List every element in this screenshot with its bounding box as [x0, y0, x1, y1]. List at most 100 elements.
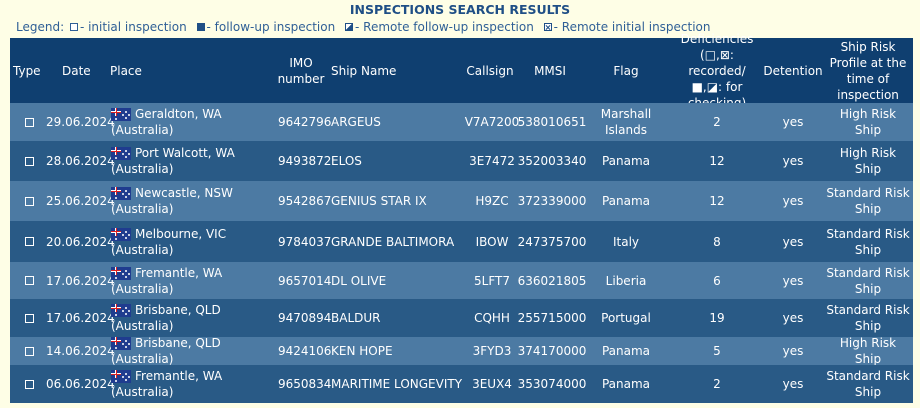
type-cell: [20, 365, 38, 403]
col-type-header[interactable]: Type: [13, 38, 45, 103]
mmsi-cell: 352003340: [517, 154, 587, 168]
table-row[interactable]: 17.06.2024 Fremantle, WA (Australia) 96570…: [10, 262, 913, 299]
deficiencies-cell[interactable]: 5: [673, 337, 761, 365]
risk-profile-cell: Standard Risk Ship: [826, 369, 910, 399]
legend-follow-up-text: - follow-up inspection: [206, 20, 336, 34]
ship-name-cell[interactable]: GENIUS STAR IX: [331, 181, 463, 221]
detention-cell: yes: [782, 273, 804, 288]
ship-name-cell[interactable]: MARITIME LONGEVITY: [331, 365, 463, 403]
date-cell: 06.06.2024: [46, 377, 115, 391]
type-cell: [20, 299, 38, 337]
col-imo-header[interactable]: IMO number: [276, 38, 326, 103]
place-cell[interactable]: Geraldton, WA (Australia): [111, 103, 281, 141]
initial-inspection-icon: [69, 22, 78, 31]
table-row[interactable]: 14.06.2024 Brisbane, QLD (Australia) 94241…: [10, 336, 913, 366]
table-row[interactable]: 20.06.2024 Melbourne, VIC (Australia) 9784…: [10, 221, 913, 262]
date-cell: 25.06.2024: [46, 194, 115, 208]
col-place-header[interactable]: Place: [110, 38, 275, 103]
ship-name-cell[interactable]: ARGEUS: [331, 103, 463, 141]
deficiencies-cell[interactable]: 2: [673, 365, 761, 403]
callsign-cell: 3E7472: [469, 154, 515, 168]
risk-profile-cell: Standard Risk Ship: [826, 186, 910, 216]
australia-flag-icon: [111, 266, 131, 280]
place-cell[interactable]: Fremantle, WA (Australia): [111, 365, 281, 403]
flag-cell: Marshall Islands: [600, 107, 652, 137]
imo-cell: 9650834: [278, 377, 332, 391]
place-cell[interactable]: Melbourne, VIC (Australia): [111, 221, 281, 262]
flag-cell: Panama: [601, 194, 651, 208]
initial-inspection-icon: [24, 156, 34, 166]
risk-profile-cell: High Risk Ship: [839, 146, 897, 176]
imo-cell: 9657014: [278, 273, 332, 288]
place-cell[interactable]: Brisbane, QLD (Australia): [111, 336, 281, 366]
initial-inspection-icon: [24, 276, 34, 285]
col-mmsi-header[interactable]: MMSI: [518, 38, 582, 103]
risk-profile-cell: High Risk Ship: [839, 107, 897, 137]
place-cell[interactable]: Fremantle, WA (Australia): [111, 262, 281, 299]
callsign-cell: IBOW: [475, 234, 509, 249]
ship-name-cell[interactable]: KEN HOPE: [331, 337, 463, 365]
initial-inspection-icon: [24, 313, 34, 323]
date-cell: 29.06.2024: [46, 115, 115, 129]
ship-name-cell[interactable]: DL OLIVE: [331, 262, 463, 299]
type-cell: [20, 181, 38, 221]
deficiencies-cell[interactable]: 8: [673, 221, 761, 262]
date-cell: 17.06.2024: [46, 273, 115, 288]
imo-cell: 9470894: [278, 311, 332, 325]
place-cell[interactable]: Newcastle, NSW (Australia): [111, 181, 281, 221]
risk-profile-cell: Standard Risk Ship: [826, 226, 910, 257]
callsign-cell: V7A7200: [464, 115, 520, 129]
table-row[interactable]: 06.06.2024 Fremantle, WA (Australia) 96508…: [10, 365, 913, 403]
initial-inspection-icon: [24, 117, 34, 127]
place-cell[interactable]: Port Walcott, WA (Australia): [111, 141, 281, 181]
col-deficiencies-header[interactable]: Deficiencies (□,⊠: recorded/ ■,◪: for ch…: [673, 32, 761, 110]
mmsi-cell: 372339000: [517, 194, 587, 208]
australia-flag-icon: [111, 337, 131, 350]
place-cell[interactable]: Brisbane, QLD (Australia): [111, 299, 281, 337]
detention-cell: yes: [782, 234, 804, 249]
ship-name-cell[interactable]: BALDUR: [331, 299, 463, 337]
initial-inspection-icon: [24, 379, 34, 389]
mmsi-cell: 374170000: [517, 344, 587, 358]
callsign-cell: CQHH: [474, 311, 510, 325]
australia-flag-icon: [111, 187, 131, 200]
australia-flag-icon: [111, 304, 131, 317]
type-cell: [20, 141, 38, 181]
col-risk-header[interactable]: Ship Risk Profile at the time of inspect…: [825, 38, 911, 103]
deficiencies-cell[interactable]: 12: [673, 141, 761, 181]
detention-cell: yes: [782, 344, 804, 358]
date-cell: 28.06.2024: [46, 154, 115, 168]
deficiencies-cell[interactable]: 2: [673, 103, 761, 141]
risk-profile-cell: Standard Risk Ship: [826, 265, 910, 296]
col-date-header[interactable]: Date: [62, 38, 112, 103]
detention-cell: yes: [782, 115, 804, 129]
flag-cell: Panama: [601, 377, 651, 391]
inspections-table: Type Date Place IMO number Ship Name Cal…: [10, 32, 913, 403]
col-flag-header[interactable]: Flag: [592, 38, 660, 103]
table-row[interactable]: 17.06.2024 Brisbane, QLD (Australia) 94708…: [10, 299, 913, 337]
ship-name-cell[interactable]: GRANDE BALTIMORA: [331, 221, 463, 262]
ship-name-cell[interactable]: ELOS: [331, 141, 463, 181]
flag-cell: Panama: [601, 154, 651, 168]
follow-up-inspection-icon: [196, 22, 205, 31]
deficiencies-cell[interactable]: 12: [673, 181, 761, 221]
col-callsign-header[interactable]: Callsign: [462, 38, 518, 103]
flag-cell: Italy: [612, 234, 640, 249]
risk-profile-cell: Standard Risk Ship: [826, 303, 910, 333]
detention-cell: yes: [782, 311, 804, 325]
table-row[interactable]: 28.06.2024 Port Walcott, WA (Australia) 94…: [10, 141, 913, 181]
deficiencies-cell[interactable]: 19: [673, 299, 761, 337]
australia-flag-icon: [111, 147, 131, 160]
initial-inspection-icon: [24, 196, 34, 206]
deficiencies-cell[interactable]: 6: [673, 262, 761, 299]
table-row[interactable]: 29.06.2024 Geraldton, WA (Australia) 96427…: [10, 103, 913, 141]
type-cell: [20, 221, 38, 262]
table-row[interactable]: 25.06.2024 Newcastle, NSW (Australia) 9542…: [10, 181, 913, 221]
col-ship-header[interactable]: Ship Name: [331, 38, 461, 103]
imo-cell: 9424106: [278, 344, 332, 358]
col-detention-header[interactable]: Detention: [761, 38, 825, 103]
remote-initial-icon: [543, 22, 552, 31]
initial-inspection-icon: [24, 237, 34, 246]
type-cell: [20, 262, 38, 299]
mmsi-cell: 353074000: [517, 377, 587, 391]
